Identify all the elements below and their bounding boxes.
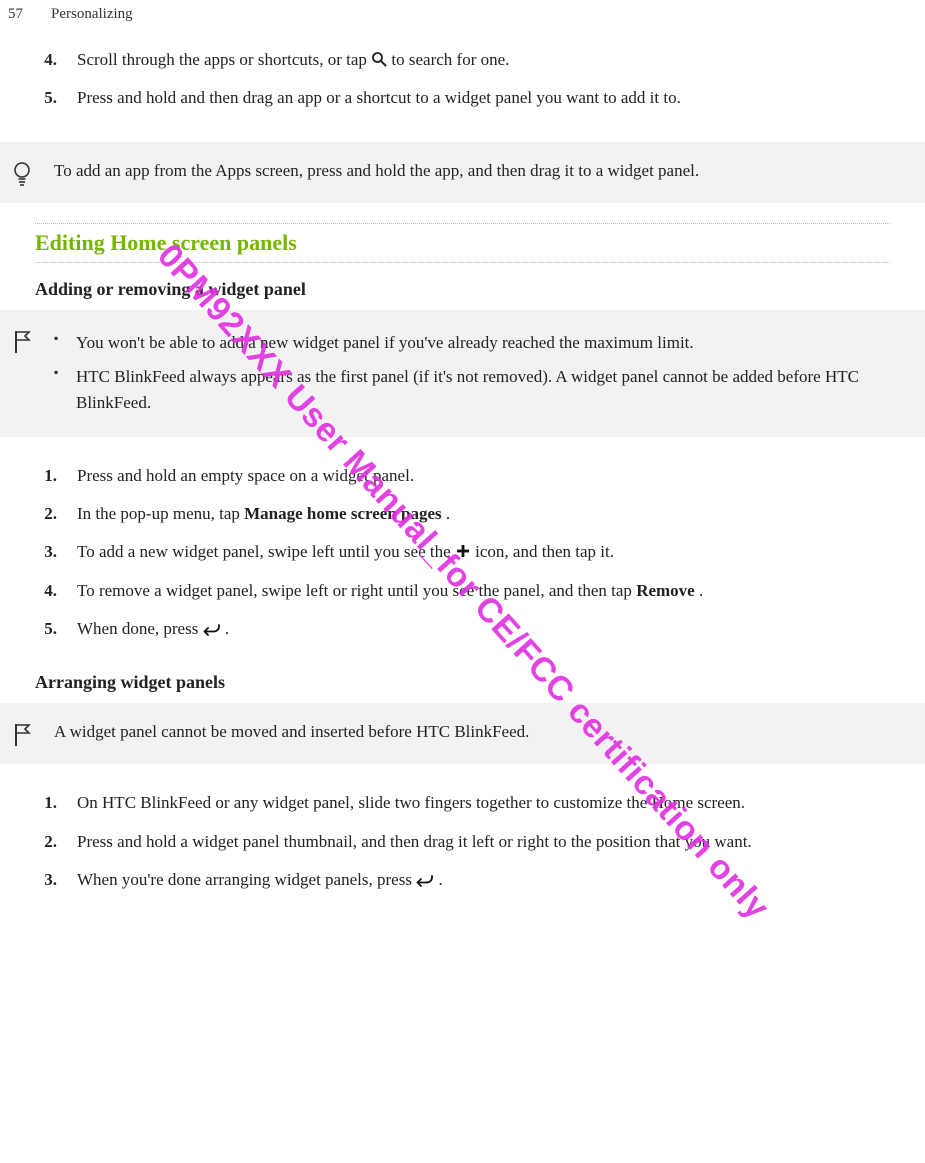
list-text: To add a new widget panel, swipe left un… [77, 539, 890, 565]
list-text: In the pop-up menu, tap Manage home scre… [77, 501, 890, 527]
sub-heading: Arranging widget panels [35, 672, 890, 693]
content-area: Editing Home screen panels Adding or rem… [0, 223, 925, 300]
list-number: 4. [35, 47, 57, 73]
text-fragment: icon, and then tap it. [475, 542, 614, 561]
page-header: 57 Personalizing [0, 0, 925, 41]
bullet-text: HTC BlinkFeed always appears as the firs… [76, 367, 859, 412]
ordered-list: 1. Press and hold an empty space on a wi… [35, 457, 890, 649]
list-item: 3. To add a new widget panel, swipe left… [35, 533, 890, 571]
text-fragment: to search for one. [391, 50, 509, 69]
text-fragment: In the pop-up menu, tap [77, 504, 244, 523]
text-fragment: . [446, 504, 450, 523]
list-text: On HTC BlinkFeed or any widget panel, sl… [77, 790, 890, 816]
back-icon [203, 622, 221, 636]
bullet-list: You won't be able to add a new widget pa… [54, 326, 905, 421]
list-item: 1. Press and hold an empty space on a wi… [35, 457, 890, 495]
list-number: 3. [35, 867, 57, 893]
bold-text: Manage home screen pages [244, 504, 442, 523]
flag-icon [8, 719, 36, 748]
note-callout: A widget panel cannot be moved and inser… [0, 703, 925, 764]
list-number: 1. [35, 790, 57, 816]
text-fragment: . [225, 619, 229, 638]
list-item: 5. Press and hold and then drag an app o… [35, 79, 890, 117]
text-fragment: When you're done arranging widget panels… [77, 870, 416, 889]
page: 57 Personalizing 4. Scroll through the a… [0, 0, 925, 1163]
text-fragment: To add a new widget panel, swipe left un… [77, 542, 455, 561]
list-number: 2. [35, 829, 57, 855]
list-text: When done, press . [77, 616, 890, 642]
text-fragment: To remove a widget panel, swipe left or … [77, 581, 636, 600]
list-item: 2. Press and hold a widget panel thumbna… [35, 823, 890, 861]
content-area: 4. Scroll through the apps or shortcuts,… [0, 41, 925, 118]
list-number: 3. [35, 539, 57, 565]
note-body: You won't be able to add a new widget pa… [54, 326, 905, 421]
list-item: You won't be able to add a new widget pa… [54, 326, 905, 360]
sub-heading: Adding or removing a widget panel [35, 279, 890, 300]
list-item: HTC BlinkFeed always appears as the firs… [54, 360, 905, 421]
note-callout: You won't be able to add a new widget pa… [0, 310, 925, 437]
text-fragment: When done, press [77, 619, 203, 638]
list-item: 5. When done, press . [35, 610, 890, 648]
list-text: To remove a widget panel, swipe left or … [77, 578, 890, 604]
tip-callout: To add an app from the Apps screen, pres… [0, 142, 925, 203]
list-item: 4. Scroll through the apps or shortcuts,… [35, 41, 890, 79]
list-number: 5. [35, 85, 57, 111]
search-icon [371, 51, 387, 67]
tip-text: To add an app from the Apps screen, pres… [54, 158, 905, 184]
content-area: 1. On HTC BlinkFeed or any widget panel,… [0, 784, 925, 899]
list-text: Press and hold an empty space on a widge… [77, 463, 890, 489]
flag-icon [8, 326, 36, 355]
list-text: Press and hold and then drag an app or a… [77, 85, 890, 111]
section-heading: Editing Home screen panels [35, 223, 890, 263]
list-item: 4. To remove a widget panel, swipe left … [35, 572, 890, 610]
list-text: When you're done arranging widget panels… [77, 867, 890, 893]
list-number: 1. [35, 463, 57, 489]
back-icon [416, 873, 434, 887]
list-item: 3. When you're done arranging widget pan… [35, 861, 890, 899]
lightbulb-icon [8, 158, 36, 187]
note-text: A widget panel cannot be moved and inser… [54, 719, 905, 745]
list-number: 5. [35, 616, 57, 642]
list-item: 1. On HTC BlinkFeed or any widget panel,… [35, 784, 890, 822]
chapter-title: Personalizing [51, 6, 133, 23]
text-fragment: . [438, 870, 442, 889]
list-number: 4. [35, 578, 57, 604]
ordered-list: 1. On HTC BlinkFeed or any widget panel,… [35, 784, 890, 899]
plus-icon [455, 543, 471, 559]
list-text: Scroll through the apps or shortcuts, or… [77, 47, 890, 73]
list-item: 2. In the pop-up menu, tap Manage home s… [35, 495, 890, 533]
page-number: 57 [8, 6, 23, 23]
bold-text: Remove [636, 581, 695, 600]
ordered-list-continued: 4. Scroll through the apps or shortcuts,… [35, 41, 890, 118]
text-fragment: . [699, 581, 703, 600]
content-area: 1. Press and hold an empty space on a wi… [0, 457, 925, 694]
text-fragment: Scroll through the apps or shortcuts, or… [77, 50, 371, 69]
bullet-text: You won't be able to add a new widget pa… [76, 333, 694, 352]
list-text: Press and hold a widget panel thumbnail,… [77, 829, 890, 855]
list-number: 2. [35, 501, 57, 527]
